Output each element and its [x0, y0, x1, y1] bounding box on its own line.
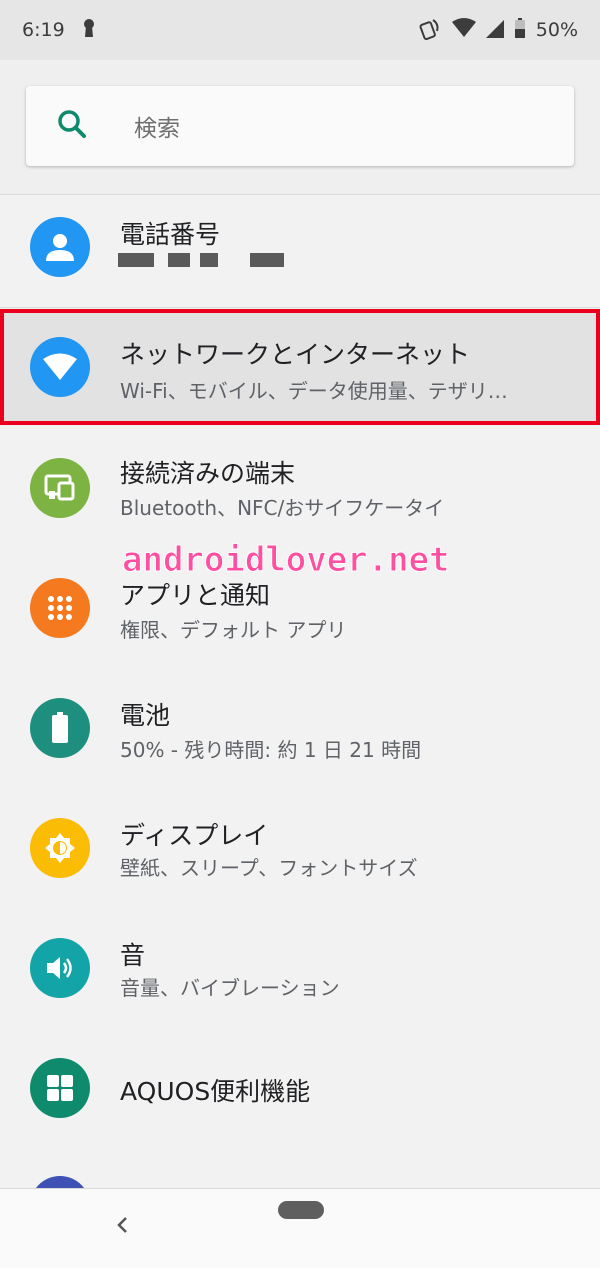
display-icon-circle [30, 818, 90, 878]
item-title: ネットワークとインターネット [120, 340, 471, 369]
wifi-status-icon [451, 17, 476, 43]
signal-icon [485, 18, 504, 43]
home-pill-icon[interactable] [278, 1201, 324, 1219]
keyhole-icon [83, 18, 95, 43]
settings-item-sound[interactable]: 音 音量、バイブレーション [0, 910, 600, 1030]
search-input[interactable]: 検索 [26, 86, 574, 166]
battery-icon-circle [30, 698, 90, 758]
status-bar: 6:19 50% [0, 0, 600, 60]
aquos-icon-circle [30, 1058, 90, 1118]
devices-icon-circle [30, 458, 90, 518]
person-icon [46, 234, 74, 261]
item-title: 音 [120, 941, 146, 970]
settings-item-display[interactable]: ディスプレイ 壁紙、スリープ、フォントサイズ [0, 790, 600, 910]
back-icon[interactable] [114, 1215, 130, 1239]
battery-icon [52, 712, 68, 743]
sound-icon-circle [30, 938, 90, 998]
settings-item-battery[interactable]: 電池 50% - 残り時間: 約 1 日 21 時間 [0, 670, 600, 790]
item-subtitle: Bluetooth、NFC/おサイフケータイ [120, 496, 445, 520]
battery-status-icon [514, 17, 526, 43]
battery-percent: 50% [535, 19, 578, 41]
redacted-number [168, 253, 190, 267]
account-title: 電話番号 [120, 220, 221, 249]
volume-icon [47, 957, 72, 979]
redacted-number [250, 253, 284, 267]
settings-item-connected-devices[interactable]: 接続済みの端末 Bluetooth、NFC/おサイフケータイ [0, 430, 600, 550]
settings-item-aquos[interactable]: AQUOS便利機能 [0, 1030, 600, 1150]
item-title: AQUOS便利機能 [120, 1077, 311, 1106]
apps-icon [48, 596, 72, 620]
devices-icon [44, 474, 75, 501]
search-area: 検索 [0, 60, 600, 195]
navigation-bar [0, 1188, 600, 1268]
item-title: 接続済みの端末 [120, 459, 296, 488]
account-avatar [30, 217, 90, 277]
item-title: アプリと通知 [120, 581, 271, 610]
search-placeholder: 検索 [134, 116, 180, 142]
divider [0, 307, 600, 308]
status-time: 6:19 [22, 19, 65, 41]
redacted-number [118, 253, 154, 267]
wifi-icon [43, 353, 77, 380]
item-subtitle: 壁紙、スリープ、フォントサイズ [120, 856, 418, 880]
apps-icon-circle [30, 578, 90, 638]
settings-item-apps[interactable]: アプリと通知 権限、デフォルト アプリ [0, 550, 600, 670]
nfc-icon [418, 16, 442, 45]
account-row[interactable]: 電話番号 [0, 195, 600, 307]
item-subtitle: Wi-Fi、モバイル、データ使用量、テザリ… [120, 379, 508, 403]
item-subtitle: 50% - 残り時間: 約 1 日 21 時間 [120, 738, 422, 762]
item-title: 電池 [120, 701, 171, 730]
item-subtitle: 音量、バイブレーション [120, 976, 340, 1000]
grid-icon [47, 1075, 73, 1101]
item-title: ディスプレイ [120, 821, 269, 850]
item-subtitle: 権限、デフォルト アプリ [120, 618, 347, 642]
settings-item-network[interactable]: ネットワークとインターネット Wi-Fi、モバイル、データ使用量、テザリ… [0, 309, 600, 425]
brightness-icon [45, 833, 75, 863]
redacted-number [200, 253, 218, 267]
search-icon [56, 108, 88, 144]
network-icon-circle [30, 337, 90, 397]
